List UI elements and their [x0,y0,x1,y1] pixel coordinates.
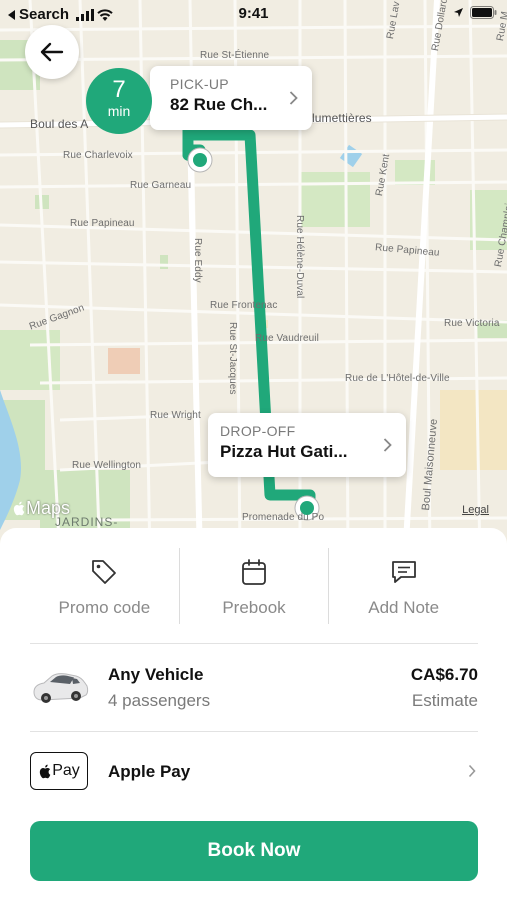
battery-icon [470,6,497,19]
legal-link[interactable]: Legal [462,504,489,516]
street-label: Boul des A [30,117,89,131]
prebook-button[interactable]: Prebook [180,546,329,626]
apple-pay-badge: Pay [30,752,88,790]
street-label: Rue St-Étienne [200,50,270,61]
chevron-right-icon [289,91,298,105]
arrow-left-icon [40,42,64,62]
promo-code-button[interactable]: Promo code [30,546,179,626]
price-estimate-note: Estimate [411,691,478,710]
street-label: Rue Eddy [192,238,203,283]
car-image [33,673,89,703]
tag-icon [92,560,117,584]
pickup-callout[interactable]: PICK-UP 82 Rue Ch... [150,66,312,130]
calendar-icon [242,559,266,585]
vehicle-selector[interactable]: Any Vehicle 4 passengers CA$6.70 Estimat… [30,658,478,718]
dropoff-callout[interactable]: DROP-OFF Pizza Hut Gati... [208,413,406,477]
eta-badge: 7 min [86,68,152,134]
apple-pay-badge-text: Pay [52,762,80,779]
vehicle-passengers: 4 passengers [108,691,211,710]
payment-method-selector[interactable]: Pay Apple Pay [30,748,478,796]
status-time: 9:41 [238,5,269,22]
prebook-label: Prebook [222,598,286,617]
street-label: Promenade du Po [242,512,325,523]
trip-options: Promo code Prebook Add Note [30,546,478,626]
add-note-button[interactable]: Add Note [329,546,478,626]
apple-logo-icon [40,764,51,778]
street-label: Rue Vaudreuil [255,333,319,344]
street-label: Rue Wellington [72,460,142,471]
street-label: Rue Wright [150,410,201,421]
divider [30,643,478,644]
add-note-label: Add Note [368,598,440,617]
booking-sheet: Promo code Prebook Add Note Any Vehicle … [0,528,507,900]
chevron-right-icon [383,438,392,452]
divider [30,731,478,732]
district-label: JARDINS- [55,515,119,529]
book-now-button[interactable]: Book Now [30,821,478,881]
street-label: Rue Frontenac [210,300,278,311]
location-arrow-icon [454,8,463,17]
street-label: Rue Charlevoix [63,150,133,161]
eta-value: 7 [112,76,126,103]
street-label: Rue St-Jacques [227,322,238,395]
payment-label: Apple Pay [108,762,191,781]
street-label: Rue Garneau [130,180,192,191]
note-icon [391,561,416,583]
street-label: Rue Hélène-Duval [294,215,305,299]
street-label: Rue Victoria [444,318,500,329]
apple-logo-icon [13,501,25,516]
vehicle-price: CA$6.70 [410,665,478,684]
chevron-right-icon [468,764,476,778]
promo-code-label: Promo code [58,598,151,617]
map-view[interactable]: Rue St-Étienne Boul des A lumettières Ru… [0,0,507,560]
street-label: Rue de L'Hôtel-de-Ville [345,373,450,384]
back-button[interactable] [25,25,79,79]
dropoff-address: Pizza Hut Gati... [220,442,348,461]
status-bar: Search 9:41 [0,0,507,28]
dropoff-caption: DROP-OFF [220,423,296,439]
eta-unit: min [107,103,131,119]
street-label: lumettières [312,111,372,125]
vehicle-name: Any Vehicle [108,665,204,684]
street-label: Rue Papineau [70,218,135,229]
